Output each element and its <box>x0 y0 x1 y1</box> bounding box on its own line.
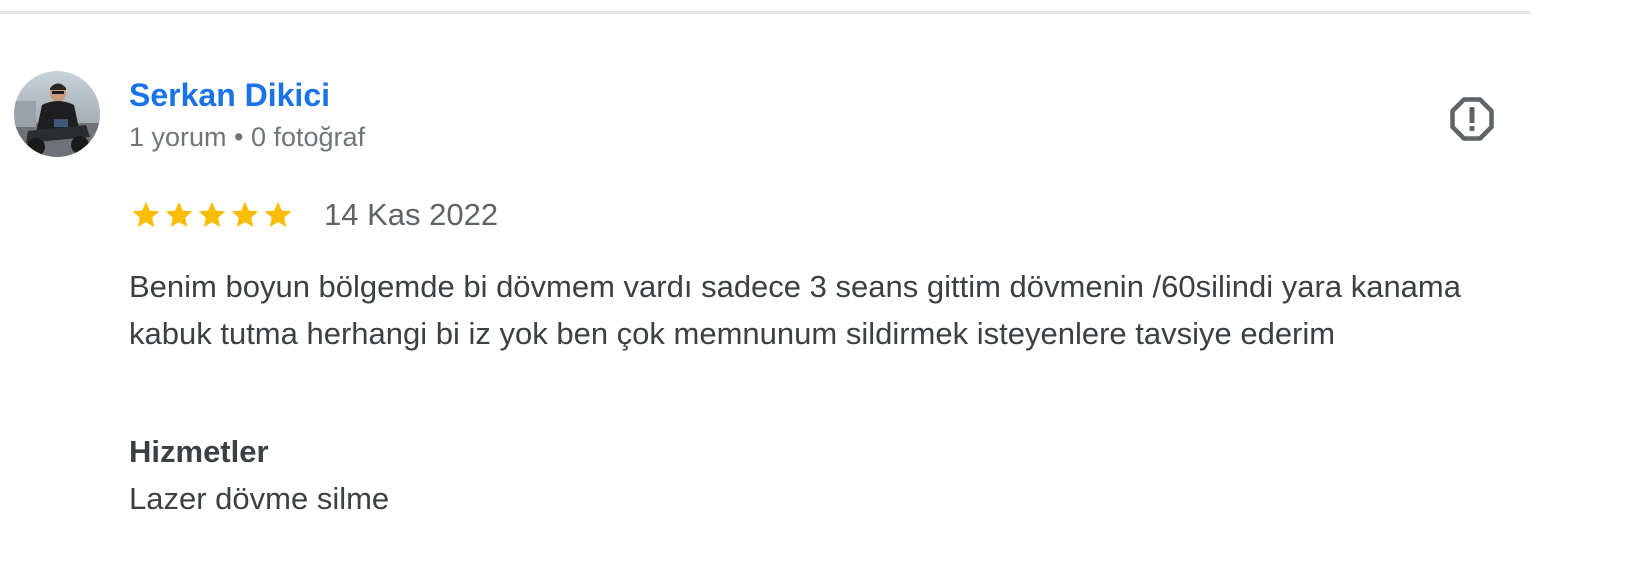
report-button[interactable] <box>1449 96 1495 142</box>
services-value: Lazer dövme silme <box>129 481 390 516</box>
star-rating <box>130 199 294 231</box>
report-flag-icon <box>1450 97 1494 141</box>
rating-row: 14 Kas 2022 <box>130 195 498 235</box>
review-text: Benim boyun bölgemde bi dövmem vardı sad… <box>129 269 1461 351</box>
avatar-image <box>14 71 100 157</box>
star-icon <box>165 201 193 227</box>
star-icon <box>231 201 259 227</box>
reviewer-name[interactable]: Serkan Dikici <box>129 74 330 116</box>
reviewer-meta: 1 yorum • 0 fotoğraf <box>129 122 366 152</box>
star-icon <box>198 201 226 227</box>
review-card: Serkan Dikici 1 yorum • 0 fotoğraf 14 Ka… <box>0 0 1647 580</box>
divider <box>0 11 1530 14</box>
review-date: 14 Kas 2022 <box>324 197 499 232</box>
star-icon <box>132 201 160 227</box>
services-heading: Hizmetler <box>129 434 269 469</box>
star-icon <box>264 201 292 227</box>
avatar[interactable] <box>14 71 100 157</box>
